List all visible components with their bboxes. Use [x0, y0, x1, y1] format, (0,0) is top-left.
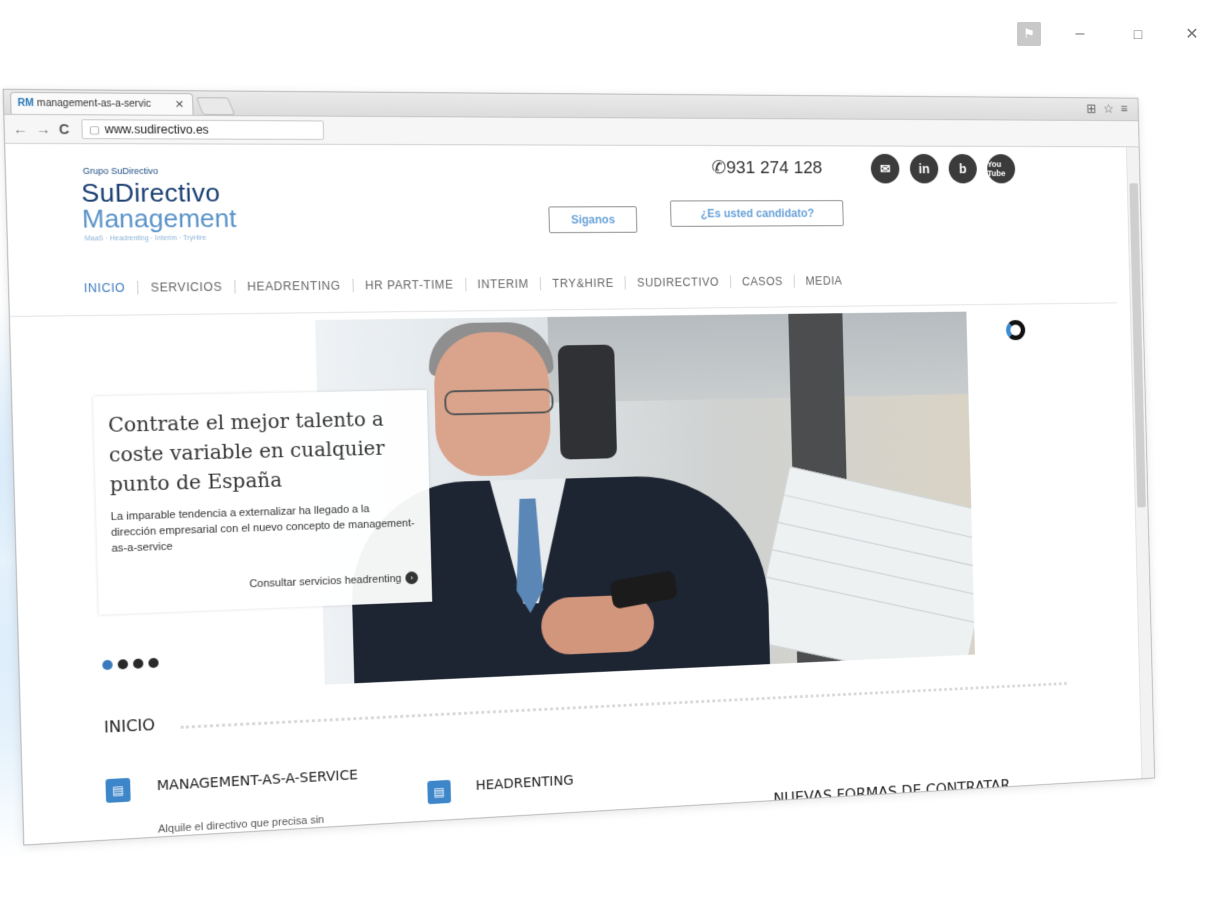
nav-item-hr-part-time[interactable]: HR PART-TIME	[353, 277, 467, 293]
hero-link[interactable]: Consultar servicios headrenting ›	[249, 571, 419, 590]
brand-logo-line2[interactable]: Management	[82, 203, 237, 234]
hero-text: La imparable tendencia a externalizar ha…	[110, 503, 415, 555]
menu-icon[interactable]: ≡	[1120, 101, 1127, 116]
forward-button[interactable]: →	[36, 121, 51, 137]
candidate-button[interactable]: ¿Es usted candidato?	[669, 200, 844, 227]
slider-dot[interactable]	[148, 657, 159, 669]
address-bar: ← → C ▢ www.sudirectivo.es	[4, 114, 1139, 148]
hero-newspaper	[751, 466, 975, 685]
nav-item-headrenting[interactable]: HEADRENTING	[235, 278, 354, 294]
url-text: www.sudirectivo.es	[104, 122, 209, 137]
hero-glasses	[444, 388, 554, 416]
hero-link-label: Consultar servicios headrenting	[249, 572, 402, 590]
new-tab-button[interactable]	[195, 97, 236, 116]
main-nav: INICIO SERVICIOS HEADRENTING HR PART-TIM…	[83, 274, 854, 296]
page-scrollbar[interactable]	[1125, 147, 1155, 779]
hero-caption: Contrate el mejor talento a coste variab…	[92, 389, 433, 615]
tab-title: management-as-a-servic	[36, 98, 151, 110]
page-icon: ▢	[88, 123, 100, 136]
sidebar-quote: "Creemos en el nuevo	[774, 811, 935, 840]
paper-line	[772, 549, 975, 596]
youtube-icon[interactable]: You Tube	[986, 154, 1016, 184]
nav-item-try-hire[interactable]: TRY&HIRE	[540, 276, 627, 291]
brand-tagline: MaaS · Headrenting · Interim · TryHire	[84, 234, 207, 243]
nav-item-casos[interactable]: CASOS	[730, 274, 795, 289]
loading-spinner-icon	[1005, 319, 1026, 341]
browser-tab[interactable]: RM management-as-a-servic ✕	[9, 91, 194, 115]
arrow-right-icon: ›	[405, 571, 419, 585]
slider-dot[interactable]	[132, 658, 144, 669]
sidebar-heading: NUEVAS FORMAS DE CONTRATAR	[773, 776, 1011, 808]
web-page: Grupo SuDirectivo SuDirectivo Management…	[5, 143, 1129, 845]
reload-button[interactable]: C	[59, 121, 70, 137]
scrollbar-thumb[interactable]	[1129, 183, 1146, 508]
linkedin-icon[interactable]: in	[909, 153, 939, 184]
service-title[interactable]: HEADRENTING	[475, 773, 573, 794]
mail-icon[interactable]: ✉	[870, 153, 900, 184]
paper-line	[783, 494, 975, 543]
follow-button[interactable]: Siganos	[548, 206, 638, 234]
back-button[interactable]: ←	[13, 121, 28, 137]
service-text: Disfrute del mejor talento sin riesgo en	[476, 813, 655, 836]
slider-dot[interactable]	[102, 659, 113, 671]
tab-close-icon[interactable]: ✕	[175, 98, 185, 111]
section-title: INICIO	[103, 715, 156, 737]
service-icon: ▤	[105, 777, 131, 803]
hero-title: Contrate el mejor talento a coste variab…	[107, 407, 385, 497]
slider-pagination	[102, 657, 159, 671]
nav-item-interim[interactable]: INTERIM	[465, 277, 542, 292]
service-text: Alquile el directivo que precisa sin	[157, 814, 325, 836]
phone-number: ✆931 274 128	[711, 158, 823, 178]
perspective-stage: RM management-as-a-servic ✕ ⊞ ☆ ≡ ← → C …	[0, 0, 1215, 915]
hero-chair	[557, 344, 618, 460]
browser-window: RM management-as-a-servic ✕ ⊞ ☆ ≡ ← → C …	[3, 89, 1155, 845]
service-icon: ▤	[427, 779, 452, 805]
url-input[interactable]: ▢ www.sudirectivo.es	[81, 119, 325, 140]
section-divider	[180, 682, 1067, 729]
nav-item-servicios[interactable]: SERVICIOS	[138, 279, 236, 295]
nav-item-media[interactable]: MEDIA	[795, 274, 854, 288]
translate-icon[interactable]: ⊞	[1086, 101, 1096, 116]
slider-dot[interactable]	[117, 659, 129, 670]
nav-item-sudirectivo[interactable]: SUDIRECTIVO	[625, 275, 732, 290]
favicon-icon: RM	[17, 97, 34, 109]
brand-group-label: Grupo SuDirectivo	[82, 165, 159, 176]
paper-line	[766, 576, 975, 623]
toolbar-icons: ⊞ ☆ ≡	[1086, 101, 1128, 117]
paper-line	[778, 521, 975, 570]
service-title[interactable]: MANAGEMENT-AS-A-SERVICE	[157, 768, 358, 795]
nav-item-inicio[interactable]: INICIO	[83, 280, 139, 296]
star-icon[interactable]: ☆	[1103, 101, 1114, 116]
blogger-icon[interactable]: b	[948, 154, 978, 184]
